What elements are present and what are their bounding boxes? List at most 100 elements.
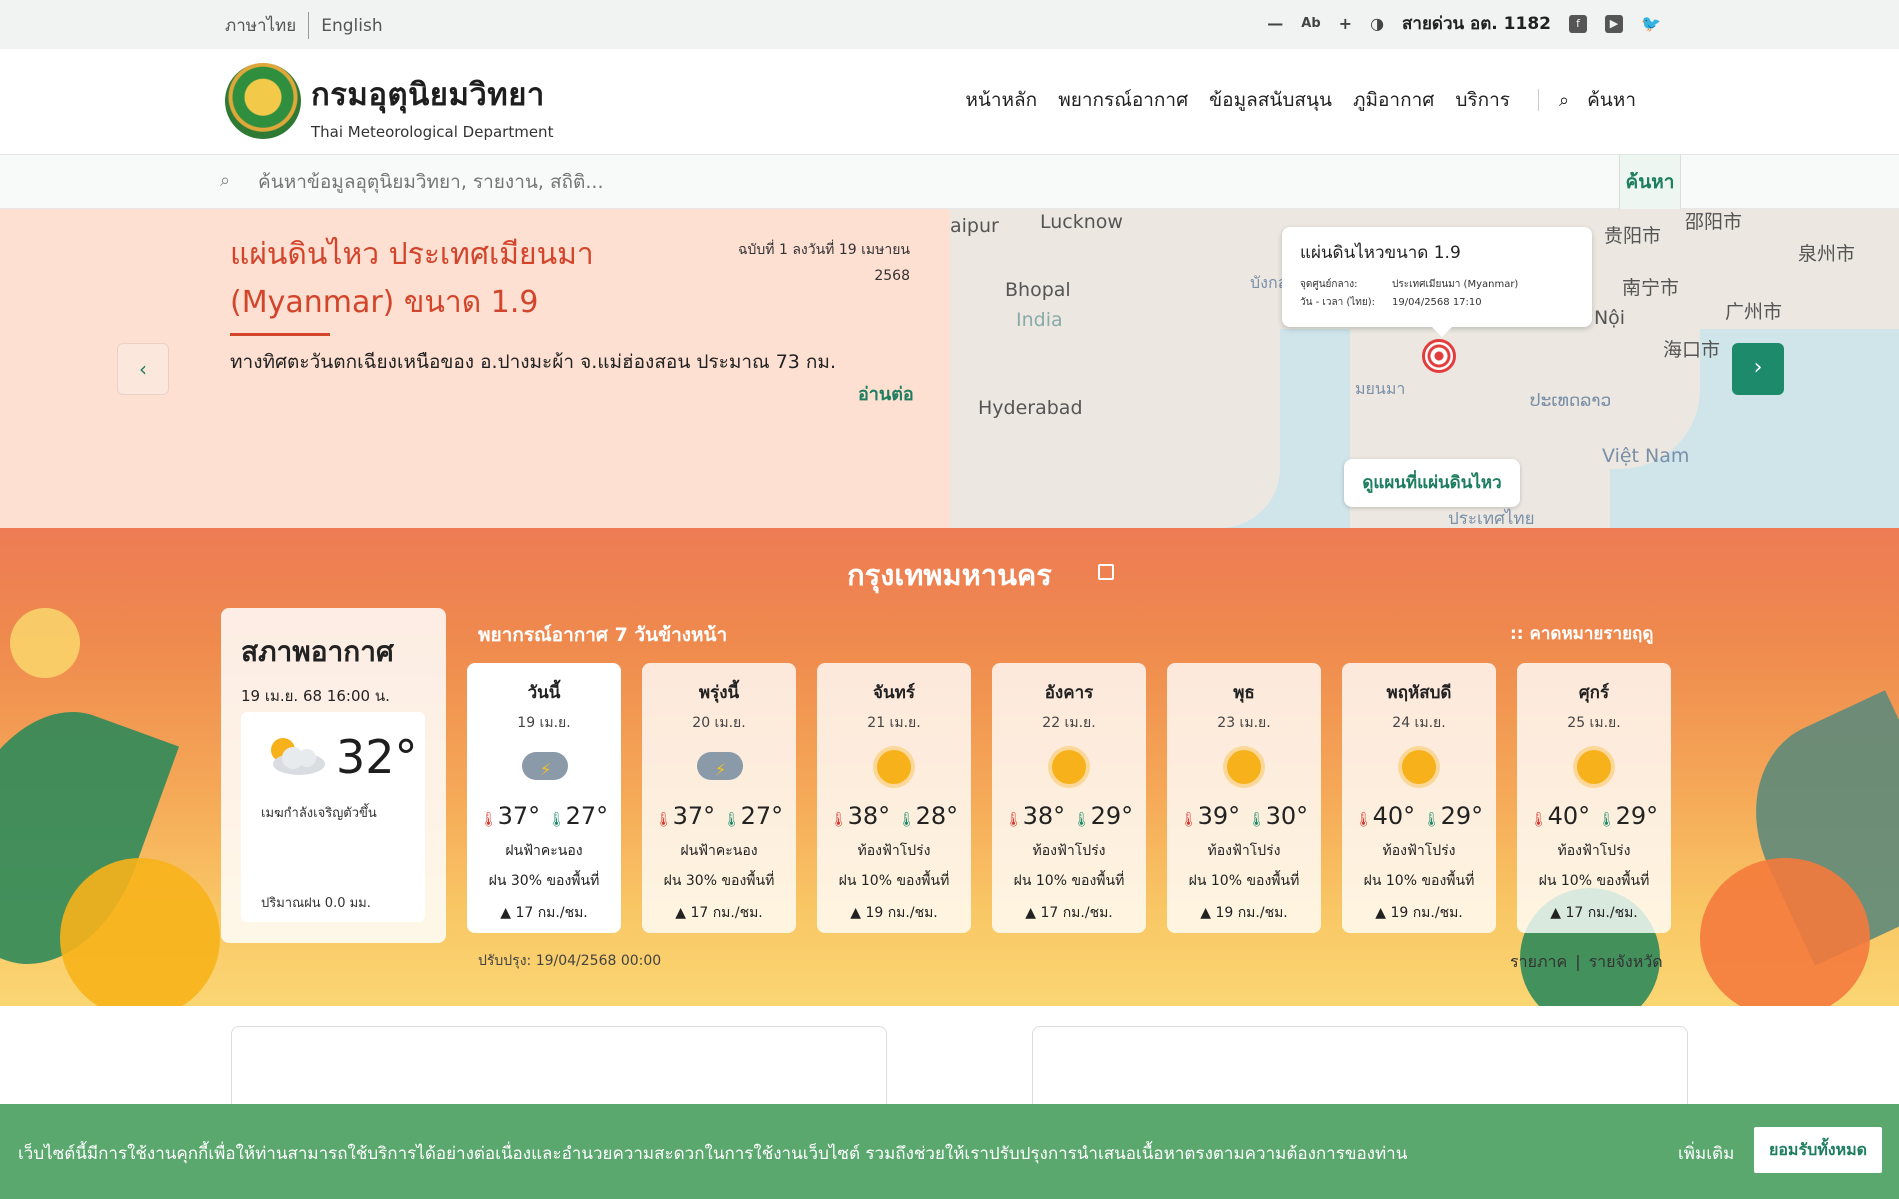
thermometer-low-icon: 🌡 bbox=[1597, 812, 1616, 828]
facebook-icon[interactable]: f bbox=[1569, 14, 1587, 33]
current-weather-detail: 32° เมฆกำลังเจริญตัวขึ้น ปริมาณฝน 0.0 มม… bbox=[241, 712, 425, 922]
forecast-date: 23 เม.ย. bbox=[1217, 715, 1271, 731]
provincial-link[interactable]: รายจังหวัด bbox=[1589, 952, 1663, 971]
carousel-next-button[interactable]: › bbox=[1732, 343, 1784, 395]
forecast-condition: ท้องฟ้าโปร่ง bbox=[1557, 843, 1631, 859]
forecast-card[interactable]: จันทร์ 21 เม.ย. 🌡38° 🌡28° ท้องฟ้าโปร่ง ฝ… bbox=[817, 663, 971, 933]
brand[interactable]: กรมอุตุนิยมวิทยา Thai Meteorological Dep… bbox=[311, 69, 553, 141]
forecast-high: 37° bbox=[672, 802, 716, 830]
forecast-wind-speed: 17 กม./ชม. bbox=[1565, 905, 1638, 921]
nav-support-data[interactable]: ข้อมูลสนับสนุน bbox=[1209, 85, 1332, 115]
forecast-wind-speed: 17 กม./ชม. bbox=[690, 905, 763, 921]
thermometer-low-icon: 🌡 bbox=[547, 812, 566, 828]
forecast-card[interactable]: ศุกร์ 25 เม.ย. 🌡40° 🌡29° ท้องฟ้าโปร่ง ฝน… bbox=[1517, 663, 1671, 933]
thermometer-high-icon: 🌡 bbox=[479, 812, 498, 828]
forecast-date: 20 เม.ย. bbox=[692, 715, 746, 731]
nav-search-link[interactable]: ค้นหา bbox=[1587, 85, 1636, 115]
forecast-rain: ฝน 30% ของพื้นที่ bbox=[488, 873, 600, 889]
youtube-icon[interactable]: ▶ bbox=[1605, 14, 1623, 33]
map-label: 海口市 bbox=[1663, 339, 1721, 361]
epicenter-marker-icon[interactable] bbox=[1422, 339, 1456, 373]
weather-section: กรุงเทพมหานคร สภาพอากาศ 19 เม.ย. 68 16:0… bbox=[0, 528, 1899, 1006]
map-label: aipur bbox=[950, 215, 999, 237]
cookie-more-link[interactable]: เพิ่มเติม bbox=[1678, 1140, 1734, 1167]
accessibility-tools: — Ab + ◑ สายด่วน อต. 1182 f ▶ 🐦 bbox=[1267, 10, 1661, 37]
forecast-date: 21 เม.ย. bbox=[867, 715, 921, 731]
forecast-wind: ▲ 17 กม./ชม. bbox=[642, 902, 796, 924]
read-more-link[interactable]: อ่านต่อ bbox=[858, 379, 914, 408]
wind-direction-icon: ▲ bbox=[1550, 905, 1566, 921]
font-reset-icon[interactable]: Ab bbox=[1301, 16, 1320, 31]
nav-forecast[interactable]: พยากรณ์อากาศ bbox=[1058, 85, 1188, 115]
current-condition: เมฆกำลังเจริญตัวขึ้น bbox=[261, 806, 377, 821]
earthquake-map[interactable]: aipur Lucknow Bhopal India Hyderabad 贵阳市… bbox=[950, 209, 1899, 528]
forecast-card[interactable]: พรุ่งนี้ 20 เม.ย. ⚡ 🌡37° 🌡27° ฝนฟ้าคะนอง… bbox=[642, 663, 796, 933]
font-decrease-icon[interactable]: — bbox=[1267, 14, 1283, 33]
nav-divider bbox=[1538, 89, 1539, 111]
search-button[interactable]: ค้นหา bbox=[1619, 155, 1681, 209]
cookie-message: เว็บไซต์นี้มีการใช้งานคุกกี้เพื่อให้ท่าน… bbox=[18, 1144, 1408, 1164]
forecast-wind: ▲ 17 กม./ชม. bbox=[467, 902, 621, 924]
forecast-wind: ▲ 19 กม./ชม. bbox=[1342, 902, 1496, 924]
forecast-card[interactable]: พุธ 23 เม.ย. 🌡39° 🌡30° ท้องฟ้าโปร่ง ฝน 1… bbox=[1167, 663, 1321, 933]
carousel-prev-button[interactable]: ‹ bbox=[117, 343, 169, 395]
lang-thai-link[interactable]: ภาษาไทย bbox=[225, 12, 310, 39]
view-quake-map-button[interactable]: ดูแผนที่แผ่นดินไหว bbox=[1344, 459, 1520, 507]
edit-location-icon[interactable] bbox=[1098, 564, 1114, 580]
map-label: Hyderabad bbox=[978, 397, 1083, 419]
earthquake-info-panel: แผ่นดินไหว ประเทศเมียนมา (Myanmar) ขนาด … bbox=[0, 209, 950, 528]
city-title[interactable]: กรุงเทพมหานคร bbox=[0, 552, 1899, 598]
forecast-low: 27° bbox=[565, 802, 609, 830]
map-label: Việt Nam bbox=[1602, 445, 1690, 467]
seasonal-forecast-link[interactable]: :: คาดหมายรายฤดู bbox=[1510, 620, 1653, 647]
forecast-condition: ท้องฟ้าโปร่ง bbox=[1032, 843, 1106, 859]
current-temperature: 32° bbox=[336, 730, 418, 784]
sun-icon bbox=[817, 742, 971, 794]
forecast-wind-speed: 17 กม./ชม. bbox=[515, 905, 588, 921]
top-utility-bar: ภาษาไทย English — Ab + ◑ สายด่วน อต. 118… bbox=[0, 0, 1899, 49]
forecast-low: 29° bbox=[1615, 802, 1659, 830]
twitter-icon[interactable]: 🐦 bbox=[1641, 14, 1661, 33]
map-label: India bbox=[1016, 309, 1063, 331]
search-icon[interactable]: ⌕ bbox=[1559, 90, 1569, 111]
contrast-icon[interactable]: ◑ bbox=[1370, 14, 1384, 33]
map-land-india bbox=[950, 209, 1280, 528]
brand-thai-name: กรมอุตุนิยมวิทยา bbox=[311, 77, 545, 113]
forecast-card[interactable]: อังคาร 22 เม.ย. 🌡38° 🌡29° ท้องฟ้าโปร่ง ฝ… bbox=[992, 663, 1146, 933]
earthquake-title[interactable]: แผ่นดินไหว ประเทศเมียนมา (Myanmar) ขนาด … bbox=[230, 231, 750, 327]
map-label: 广州市 bbox=[1725, 301, 1783, 323]
language-switcher: ภาษาไทย English bbox=[225, 12, 395, 39]
nav-services[interactable]: บริการ bbox=[1455, 85, 1510, 115]
thermometer-high-icon: 🌡 bbox=[1004, 812, 1023, 828]
forecast-card[interactable]: วันนี้ 19 เม.ย. ⚡ 🌡37° 🌡27° ฝนฟ้าคะนอง ฝ… bbox=[467, 663, 621, 933]
nav-home[interactable]: หน้าหลัก bbox=[965, 85, 1037, 115]
site-header: กรมอุตุนิยมวิทยา Thai Meteorological Dep… bbox=[0, 49, 1899, 155]
lang-english-link[interactable]: English bbox=[309, 16, 394, 36]
map-label: มยนมา bbox=[1355, 379, 1406, 398]
font-increase-icon[interactable]: + bbox=[1339, 14, 1352, 33]
search-input[interactable] bbox=[258, 163, 1618, 201]
sun-icon bbox=[1517, 742, 1671, 794]
cookie-accept-button[interactable]: ยอมรับทั้งหมด bbox=[1754, 1127, 1882, 1173]
regional-link[interactable]: รายภาค bbox=[1510, 952, 1567, 971]
forecast-temps: 🌡37° 🌡27° bbox=[642, 802, 796, 830]
forecast-high: 38° bbox=[847, 802, 891, 830]
forecast-day: พุธ bbox=[1233, 683, 1255, 703]
forecast-high: 40° bbox=[1372, 802, 1416, 830]
earthquake-description: ทางทิศตะวันตกเฉียงเหนือของ อ.ปางมะผ้า จ.… bbox=[230, 351, 836, 373]
forecast-wind: ▲ 19 กม./ชม. bbox=[817, 902, 971, 924]
cookie-consent-bar: เว็บไซต์นี้มีการใช้งานคุกกี้เพื่อให้ท่าน… bbox=[0, 1104, 1899, 1199]
forecast-rain: ฝน 30% ของพื้นที่ bbox=[663, 873, 775, 889]
forecast-wind-speed: 19 กม./ชม. bbox=[1390, 905, 1463, 921]
thermometer-high-icon: 🌡 bbox=[829, 812, 848, 828]
popup-title: แผ่นดินไหวขนาด 1.9 bbox=[1300, 243, 1461, 263]
nav-climate[interactable]: ภูมิอากาศ bbox=[1353, 85, 1434, 115]
forecast-condition: ท้องฟ้าโปร่ง bbox=[1382, 843, 1456, 859]
wind-direction-icon: ▲ bbox=[850, 905, 866, 921]
sun-icon bbox=[992, 742, 1146, 794]
forecast-card[interactable]: พฤหัสบดี 24 เม.ย. 🌡40° 🌡29° ท้องฟ้าโปร่ง… bbox=[1342, 663, 1496, 933]
map-label: 贵阳市 bbox=[1604, 225, 1662, 247]
forecast-date: 25 เม.ย. bbox=[1567, 715, 1621, 731]
tmd-logo[interactable] bbox=[225, 63, 301, 139]
sun-icon bbox=[1342, 742, 1496, 794]
